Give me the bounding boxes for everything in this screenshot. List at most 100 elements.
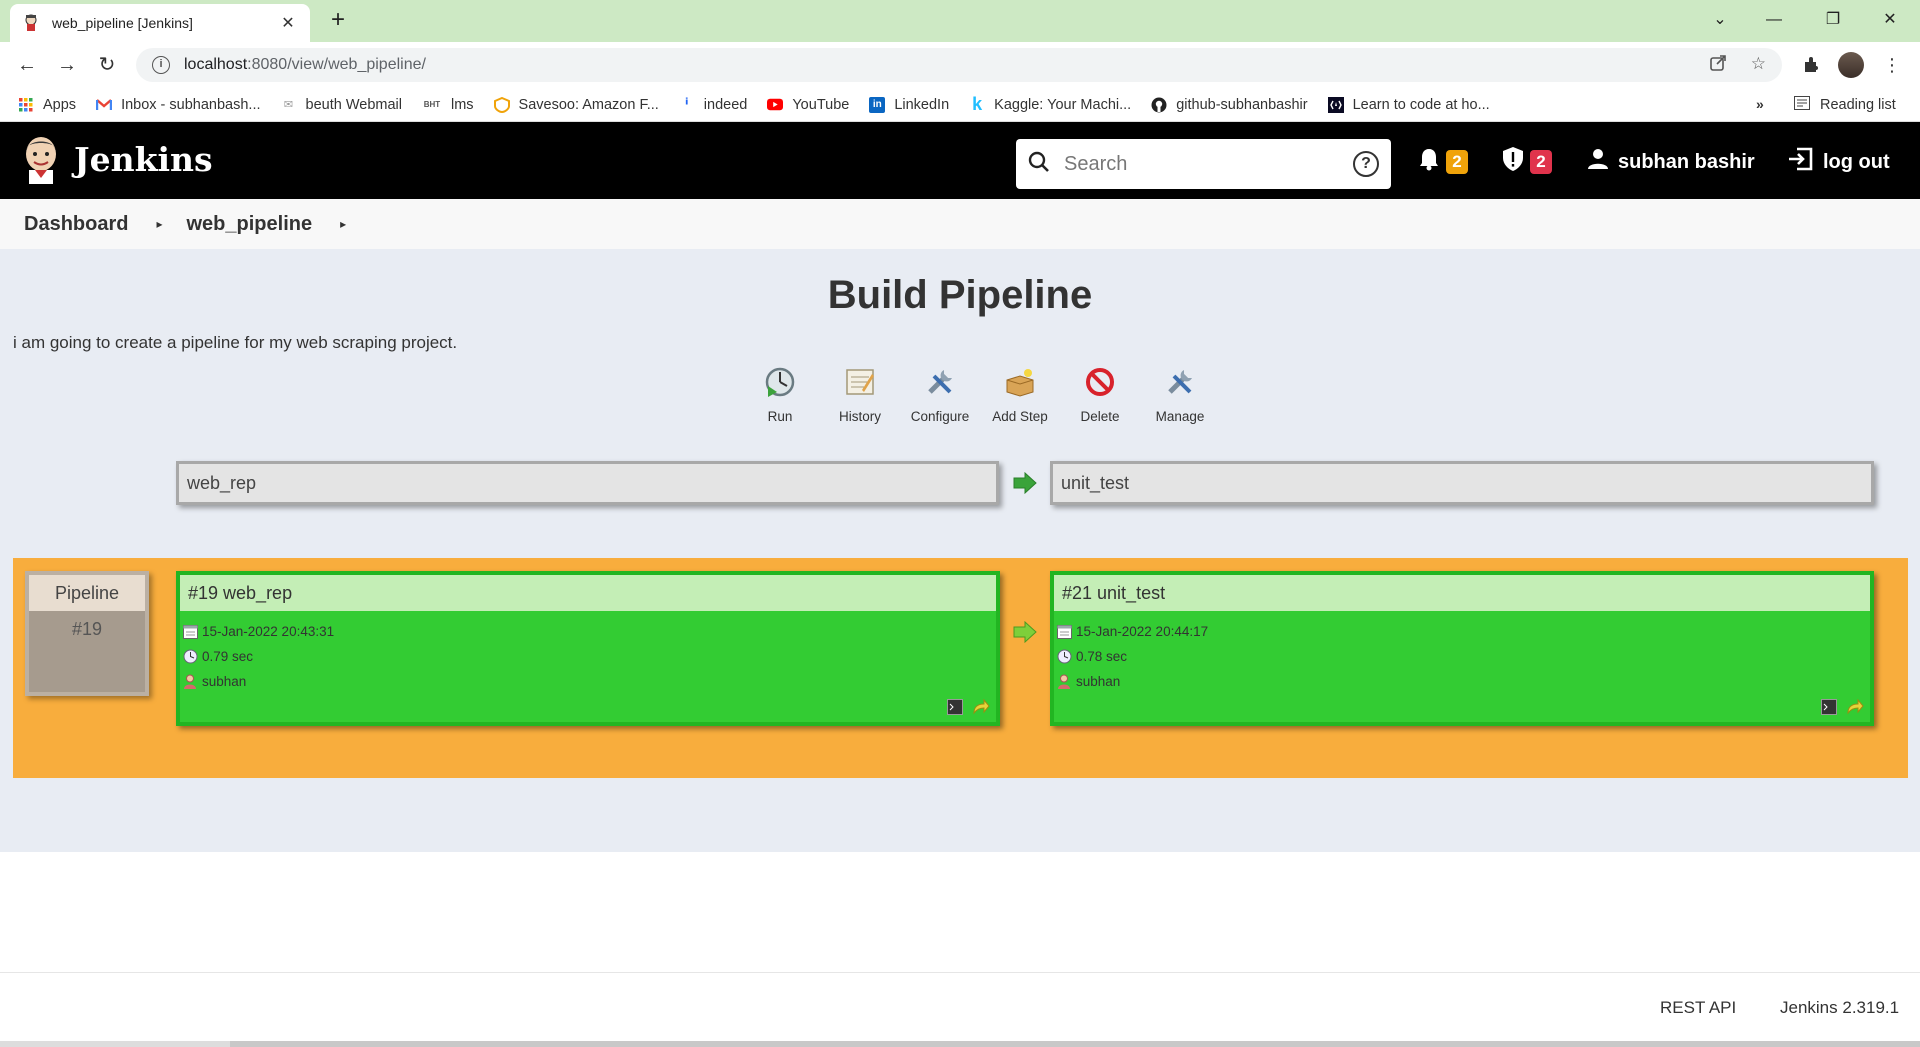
build-card-web-rep[interactable]: #19 web_rep 15-Jan-2022 20:43:31 0.79 se… <box>176 571 1000 726</box>
rerun-arrow-icon[interactable] <box>1846 698 1864 716</box>
history-label: History <box>838 409 881 424</box>
bookmarks-more-button[interactable]: » <box>1756 96 1764 112</box>
bookmark-freecodecamp[interactable]: Learn to code at ho... <box>1327 96 1490 113</box>
build-title[interactable]: #19 web_rep <box>180 575 996 611</box>
breadcrumb-dashboard[interactable]: Dashboard <box>24 213 128 236</box>
build-duration-row: 0.78 sec <box>1056 644 1870 669</box>
pipeline-build-row: Pipeline #19 #19 web_rep 15-Jan-2022 20:… <box>13 558 1908 778</box>
share-icon[interactable] <box>1709 54 1727 77</box>
job-header-web-rep[interactable]: web_rep <box>176 461 999 505</box>
delete-label: Delete <box>1080 409 1120 424</box>
bht-icon: BHT <box>423 100 441 109</box>
search-help-icon[interactable]: ? <box>1353 151 1379 177</box>
jenkins-brand[interactable]: Jenkins <box>74 140 213 179</box>
bookmark-star-icon[interactable]: ☆ <box>1751 54 1766 77</box>
search-input[interactable] <box>1064 152 1353 176</box>
job-header-unit-test[interactable]: unit_test <box>1050 461 1874 505</box>
configure-label: Configure <box>910 409 970 424</box>
history-button[interactable]: History <box>820 365 900 424</box>
reload-button[interactable]: ↻ <box>92 50 122 80</box>
new-tab-button[interactable]: + <box>324 6 352 34</box>
horizontal-scrollbar[interactable] <box>0 1041 1920 1047</box>
bookmark-github[interactable]: github-subhanbashir <box>1151 97 1308 113</box>
breadcrumb: Dashboard ▸ web_pipeline ▸ <box>0 199 1920 249</box>
extensions-icon[interactable] <box>1798 50 1824 80</box>
bookmark-gmail[interactable]: Inbox - subhanbash... <box>96 96 261 113</box>
tab-title: web_pipeline [Jenkins] <box>52 15 193 31</box>
pipeline-description: i am going to create a pipeline for my w… <box>13 333 458 352</box>
back-button[interactable]: ← <box>12 50 42 80</box>
user-icon <box>182 674 198 690</box>
breadcrumb-chevron-icon[interactable]: ▸ <box>340 217 346 231</box>
configure-icon <box>923 365 957 399</box>
delete-button[interactable]: Delete <box>1060 365 1140 424</box>
scrollbar-thumb[interactable] <box>230 1041 1920 1047</box>
bookmark-label: LinkedIn <box>894 96 950 113</box>
configure-button[interactable]: Configure <box>900 365 980 424</box>
minimize-button[interactable]: — <box>1754 6 1794 34</box>
bookmark-savesoo[interactable]: Savesoo: Amazon F... <box>493 96 659 113</box>
bookmark-apps[interactable]: Apps <box>18 97 76 113</box>
user-icon <box>1588 148 1608 176</box>
search-box: ? <box>1016 139 1391 189</box>
site-info-icon[interactable]: i <box>152 56 170 74</box>
console-output-icon[interactable] <box>946 698 964 716</box>
build-date: 15-Jan-2022 20:43:31 <box>202 624 335 639</box>
notifications-button[interactable]: 2 <box>1418 148 1468 176</box>
reading-list-button[interactable]: Reading list <box>1794 96 1896 114</box>
browser-tab-strip: web_pipeline [Jenkins] ✕ + ⌄ — ❐ ✕ <box>0 0 1920 42</box>
security-button[interactable]: 2 <box>1502 146 1552 178</box>
build-duration: 0.78 sec <box>1076 649 1128 664</box>
profile-avatar[interactable] <box>1838 52 1864 78</box>
pipeline-run-box[interactable]: Pipeline #19 <box>25 571 149 696</box>
user-menu[interactable]: subhan bashir <box>1588 148 1755 176</box>
notifications-badge: 2 <box>1446 150 1468 174</box>
build-user-row: subhan <box>1056 669 1870 694</box>
bookmark-label: indeed <box>703 96 748 113</box>
build-user-row: subhan <box>182 669 996 694</box>
manage-button[interactable]: Manage <box>1140 365 1220 424</box>
bookmark-label: Inbox - subhanbash... <box>121 96 261 113</box>
forward-button[interactable]: → <box>52 50 82 80</box>
breadcrumb-web-pipeline[interactable]: web_pipeline <box>187 213 313 236</box>
jenkins-version-link[interactable]: Jenkins 2.319.1 <box>1780 998 1899 1018</box>
build-title[interactable]: #21 unit_test <box>1054 575 1870 611</box>
bookmark-indeed[interactable]: ⁱ indeed <box>679 96 748 114</box>
arrow-right-icon <box>1013 620 1037 644</box>
close-window-button[interactable]: ✕ <box>1870 6 1910 34</box>
add-step-icon <box>1003 365 1037 399</box>
bookmark-kaggle[interactable]: k Kaggle: Your Machi... <box>969 94 1131 114</box>
jenkins-header: Jenkins ? 2 2 subhan bashir log out <box>0 122 1920 199</box>
jenkins-logo-icon[interactable] <box>20 134 62 186</box>
browser-tab[interactable]: web_pipeline [Jenkins] ✕ <box>10 4 310 42</box>
add-step-button[interactable]: Add Step <box>980 365 1060 424</box>
bookmark-linkedin[interactable]: in LinkedIn <box>869 96 950 113</box>
apps-grid-icon <box>18 97 34 113</box>
address-bar[interactable]: i localhost:8080/view/web_pipeline/ ☆ <box>136 48 1782 82</box>
rerun-arrow-icon[interactable] <box>972 698 990 716</box>
build-card-unit-test[interactable]: #21 unit_test 15-Jan-2022 20:44:17 0.78 … <box>1050 571 1874 726</box>
tab-search-icon[interactable]: ⌄ <box>1700 6 1740 34</box>
build-date-row: 15-Jan-2022 20:44:17 <box>1056 619 1870 644</box>
bookmark-youtube[interactable]: YouTube <box>767 97 849 113</box>
run-icon <box>763 365 797 399</box>
bookmark-lms[interactable]: BHT lms <box>422 97 474 113</box>
build-duration: 0.79 sec <box>202 649 254 664</box>
url-host: localhost <box>184 56 248 73</box>
delete-icon <box>1083 365 1117 399</box>
build-user: subhan <box>1076 674 1121 689</box>
logout-button[interactable]: log out <box>1787 147 1890 176</box>
console-output-icon[interactable] <box>1820 698 1838 716</box>
run-button[interactable]: Run <box>740 365 820 424</box>
tab-close-icon[interactable]: ✕ <box>278 13 298 33</box>
webmail-icon: ✉ <box>283 99 294 111</box>
rest-api-link[interactable]: REST API <box>1660 998 1736 1018</box>
restore-button[interactable]: ❐ <box>1813 6 1853 34</box>
jenkins-favicon-icon <box>22 14 40 32</box>
manage-label: Manage <box>1155 409 1205 424</box>
browser-menu-icon[interactable]: ⋮ <box>1882 50 1902 80</box>
bookmark-beuth-webmail[interactable]: ✉ beuth Webmail <box>281 97 402 113</box>
youtube-icon <box>767 97 784 113</box>
breadcrumb-chevron-icon[interactable]: ▸ <box>156 217 162 231</box>
shield-icon <box>1502 146 1524 178</box>
